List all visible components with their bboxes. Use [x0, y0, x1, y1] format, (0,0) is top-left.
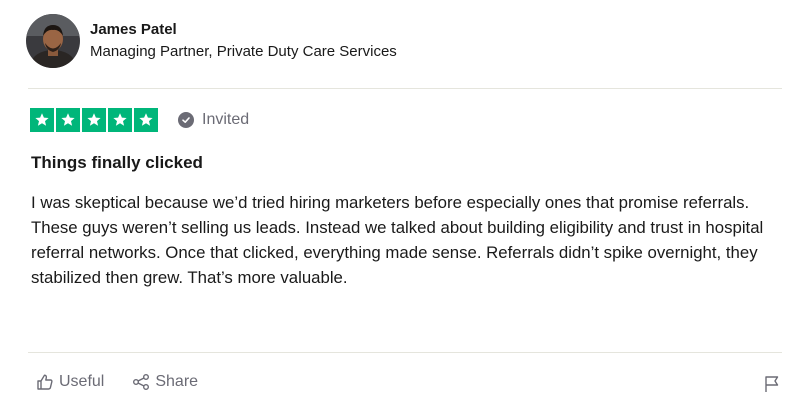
star-icon [56, 108, 80, 132]
review-actions: Useful Share [36, 373, 198, 391]
star-icon [82, 108, 106, 132]
report-flag-button[interactable] [763, 375, 781, 393]
star-icon [30, 108, 54, 132]
review-title: Things finally clicked [31, 153, 203, 172]
reviewer-title: Managing Partner, Private Duty Care Serv… [90, 43, 397, 60]
useful-label: Useful [59, 373, 105, 390]
rating-row: Invited [30, 108, 249, 132]
star-icon [108, 108, 132, 132]
flag-icon [763, 375, 781, 393]
invited-badge: Invited [178, 111, 249, 129]
check-circle-icon [178, 112, 194, 128]
share-label: Share [155, 373, 199, 390]
share-icon [132, 373, 150, 391]
star-icon [134, 108, 158, 132]
star-rating [30, 108, 158, 132]
reviewer-header: James Patel Managing Partner, Private Du… [26, 14, 397, 68]
divider [28, 352, 782, 353]
reviewer-info: James Patel Managing Partner, Private Du… [90, 20, 397, 62]
review-body: I was skeptical because we’d tried hirin… [31, 193, 764, 287]
avatar[interactable] [26, 14, 80, 68]
share-button[interactable]: Share [132, 373, 198, 391]
invited-label: Invited [202, 111, 250, 128]
divider [28, 88, 782, 89]
useful-button[interactable]: Useful [36, 373, 104, 391]
thumbs-up-icon [36, 373, 54, 391]
reviewer-name[interactable]: James Patel [90, 20, 397, 40]
